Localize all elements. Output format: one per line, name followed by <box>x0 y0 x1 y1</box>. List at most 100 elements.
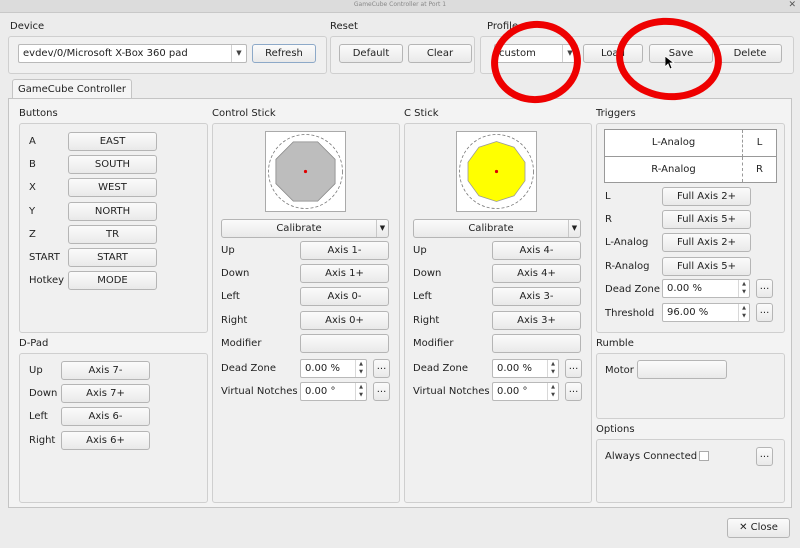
trigger-l-mapping[interactable]: Full Axis 2+ <box>662 187 751 206</box>
spin-arrows-icon[interactable]: ▲ ▼ <box>355 383 366 400</box>
delete-button[interactable]: Delete <box>718 44 782 63</box>
spin-arrows-icon[interactable]: ▲ ▼ <box>547 383 558 400</box>
reset-label: Reset <box>330 21 358 32</box>
dpad-down-mapping[interactable]: Axis 7+ <box>61 384 150 404</box>
button-x-mapping[interactable]: WEST <box>68 178 157 198</box>
chevron-down-icon[interactable]: ▼ <box>376 220 388 237</box>
default-button[interactable]: Default <box>339 44 403 63</box>
c-stick-virtual-notches-value: 0.00 ° <box>497 386 528 397</box>
refresh-button[interactable]: Refresh <box>252 44 316 63</box>
tab-gamecube-controller[interactable]: GameCube Controller <box>12 79 132 99</box>
trigger-dead-zone-more-button[interactable]: ... <box>756 279 773 298</box>
c-stick-dead-zone-more-button[interactable]: ... <box>565 359 582 378</box>
button-b-mapping[interactable]: SOUTH <box>68 155 157 175</box>
button-b-label: B <box>29 159 36 171</box>
c-stick-right-label: Right <box>413 314 440 326</box>
options-more-button[interactable]: ... <box>756 447 773 466</box>
c-stick-modifier-label: Modifier <box>413 337 454 349</box>
control-stick-dead-zone-value: 0.00 % <box>305 363 340 374</box>
trigger-r-analog-mapping[interactable]: Full Axis 5+ <box>662 256 751 276</box>
control-stick-calibrate-button[interactable]: Calibrate ▼ <box>221 219 389 238</box>
calibrate-label: Calibrate <box>276 223 322 234</box>
button-x-label: X <box>29 182 36 194</box>
triggers-title: Triggers <box>596 108 636 119</box>
trigger-dead-zone-spinbox[interactable]: 0.00 % ▲ ▼ <box>662 279 750 298</box>
chevron-down-icon: ▼ <box>231 45 246 62</box>
always-connected-checkbox[interactable] <box>699 451 709 461</box>
control-stick-virtual-notches-spinbox[interactable]: 0.00 ° ▲ ▼ <box>300 382 367 401</box>
control-stick-dead-zone-spinbox[interactable]: 0.00 % ▲ ▼ <box>300 359 367 378</box>
button-y-mapping[interactable]: NORTH <box>68 201 157 221</box>
c-stick-left-label: Left <box>413 291 432 303</box>
window-title: GameCube Controller at Port 1 <box>353 1 447 8</box>
control-stick-up-label: Up <box>221 245 235 256</box>
c-stick-dead-zone-value: 0.00 % <box>497 363 532 374</box>
button-z-label: Z <box>29 228 36 240</box>
c-stick-position-dot <box>494 169 499 174</box>
button-y-label: Y <box>29 205 36 217</box>
c-stick-up-mapping[interactable]: Axis 4- <box>492 241 581 260</box>
calibrate-label: Calibrate <box>468 223 514 234</box>
control-stick-title: Control Stick <box>212 108 276 119</box>
c-stick-down-mapping[interactable]: Axis 4+ <box>492 264 581 284</box>
spin-arrows-icon[interactable]: ▲ ▼ <box>355 360 366 377</box>
button-a-label: A <box>29 136 36 147</box>
c-stick-dead-zone-label: Dead Zone <box>413 363 468 374</box>
trigger-r-label: R <box>605 214 612 226</box>
c-stick-virtual-notches-spinbox[interactable]: 0.00 ° ▲ ▼ <box>492 382 559 401</box>
close-button[interactable]: ✕ Close <box>727 518 790 538</box>
c-stick-virtual-notches-more-button[interactable]: ... <box>565 382 582 401</box>
chevron-down-icon[interactable]: ▼ <box>568 220 580 237</box>
control-stick-right-mapping[interactable]: Axis 0+ <box>300 310 389 330</box>
rumble-title: Rumble <box>596 338 634 349</box>
control-stick-left-mapping[interactable]: Axis 0- <box>300 287 389 307</box>
dpad-down-label: Down <box>29 388 58 400</box>
options-title: Options <box>596 424 635 435</box>
threshold-value: 96.00 % <box>667 307 709 318</box>
l-analog-indicator: L-Analog <box>605 130 743 157</box>
c-stick-modifier-mapping[interactable] <box>492 333 581 353</box>
c-stick-preview <box>456 131 537 212</box>
button-a-mapping[interactable]: EAST <box>68 132 157 151</box>
control-stick-preview <box>265 131 346 212</box>
dpad-up-mapping[interactable]: Axis 7- <box>61 361 150 380</box>
control-stick-up-mapping[interactable]: Axis 1- <box>300 241 389 260</box>
close-label: Close <box>750 522 778 533</box>
spin-arrows-icon[interactable]: ▲ ▼ <box>738 304 749 321</box>
control-stick-virtual-notches-label: Virtual Notches <box>221 386 298 397</box>
control-stick-down-label: Down <box>221 268 250 280</box>
control-stick-position-dot <box>303 169 308 174</box>
button-start-mapping[interactable]: START <box>68 248 157 267</box>
device-label: Device <box>10 21 45 32</box>
dpad-left-mapping[interactable]: Axis 6- <box>61 407 150 427</box>
c-stick-left-mapping[interactable]: Axis 3- <box>492 287 581 307</box>
control-stick-modifier-mapping[interactable] <box>300 333 389 353</box>
c-stick-calibrate-button[interactable]: Calibrate ▼ <box>413 219 581 238</box>
button-z-mapping[interactable]: TR <box>68 224 157 244</box>
spin-arrows-icon[interactable]: ▲ ▼ <box>547 360 558 377</box>
device-select[interactable]: evdev/0/Microsoft X-Box 360 pad ▼ <box>18 44 247 63</box>
trigger-l-label: L <box>605 191 611 202</box>
control-stick-modifier-label: Modifier <box>221 337 262 349</box>
trigger-dead-zone-value: 0.00 % <box>667 283 702 294</box>
dpad-right-mapping[interactable]: Axis 6+ <box>61 430 150 450</box>
button-hotkey-mapping[interactable]: MODE <box>68 271 157 291</box>
c-stick-right-mapping[interactable]: Axis 3+ <box>492 310 581 330</box>
control-stick-dead-zone-label: Dead Zone <box>221 363 276 374</box>
control-stick-down-mapping[interactable]: Axis 1+ <box>300 264 389 284</box>
control-stick-dead-zone-more-button[interactable]: ... <box>373 359 390 378</box>
button-start-label: START <box>29 252 60 263</box>
dpad-left-label: Left <box>29 411 48 423</box>
r-analog-indicator: R-Analog <box>605 157 743 182</box>
threshold-more-button[interactable]: ... <box>756 303 773 322</box>
motor-button[interactable] <box>637 360 727 379</box>
trigger-r-mapping[interactable]: Full Axis 5+ <box>662 210 751 230</box>
threshold-spinbox[interactable]: 96.00 % ▲ ▼ <box>662 303 750 322</box>
control-stick-virtual-notches-more-button[interactable]: ... <box>373 382 390 401</box>
spin-arrows-icon[interactable]: ▲ ▼ <box>738 280 749 297</box>
window-close-icon[interactable]: ✕ <box>788 0 796 10</box>
trigger-l-analog-mapping[interactable]: Full Axis 2+ <box>662 233 751 253</box>
control-stick-right-label: Right <box>221 314 248 326</box>
c-stick-dead-zone-spinbox[interactable]: 0.00 % ▲ ▼ <box>492 359 559 378</box>
clear-button[interactable]: Clear <box>408 44 472 63</box>
